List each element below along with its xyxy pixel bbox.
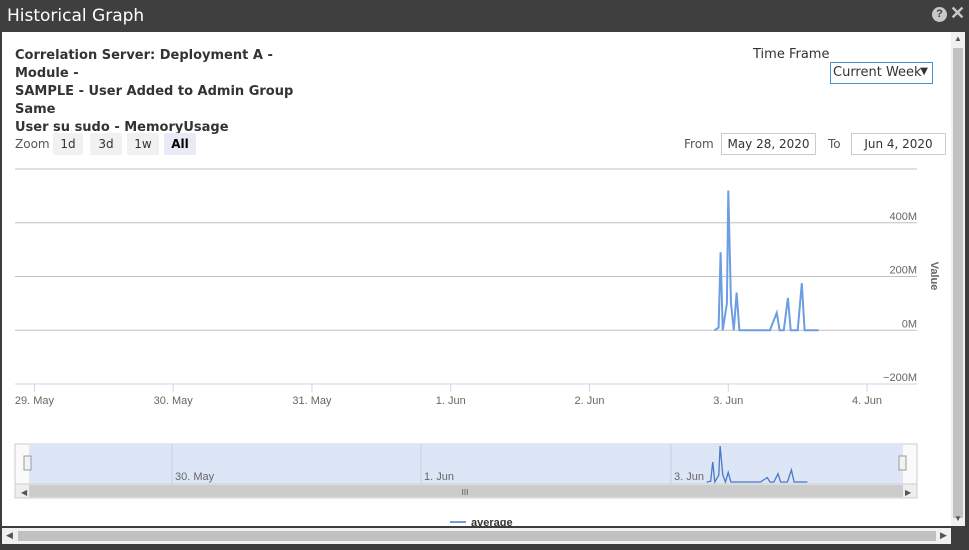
navigator-left-handle[interactable] <box>23 455 32 471</box>
x-tick-label: 3. Jun <box>713 395 743 407</box>
question-circle-icon[interactable]: ? <box>932 7 947 22</box>
scroll-right-arrow-icon[interactable]: ▶ <box>905 488 912 497</box>
navigator-right-handle[interactable] <box>898 455 907 471</box>
scroll-up-arrow-icon[interactable]: ▲ <box>954 34 962 43</box>
x-tick-label: 4. Jun <box>852 395 882 407</box>
navigator-label: 3. Jun <box>674 471 704 483</box>
series-line-average <box>713 190 819 332</box>
legend-item-average[interactable]: average <box>471 517 513 526</box>
window-title: Historical Graph <box>7 6 145 26</box>
scrollbar-grip-icon: III <box>462 488 469 497</box>
horizontal-scrollbar[interactable]: ◀ ▶ <box>2 528 951 544</box>
vertical-scrollbar[interactable]: ▲ ▼ <box>951 32 965 526</box>
y-tick-label: 200M <box>889 265 917 277</box>
x-tick-label: 29. May <box>15 395 55 407</box>
historical-graph-window: Historical Graph ? ✕ Correlation Server:… <box>0 0 969 550</box>
x-tick-label: 30. May <box>154 395 194 407</box>
y-tick-label: 400M <box>889 211 917 223</box>
navigator-label: 30. May <box>175 471 215 483</box>
scroll-right-arrow-icon[interactable]: ▶ <box>940 530 947 541</box>
x-tick-label: 1. Jun <box>436 395 466 407</box>
graph-panel: Correlation Server: Deployment A - Modul… <box>2 32 951 526</box>
y-axis-title: Value <box>928 262 940 291</box>
y-tick-label: −200M <box>883 372 917 384</box>
navigator-label: 1. Jun <box>424 471 454 483</box>
title-bar[interactable]: Historical Graph ? ✕ <box>0 0 969 32</box>
y-tick-label: 0M <box>902 318 917 330</box>
navigator-selection[interactable] <box>29 444 903 484</box>
x-tick-label: 31. May <box>292 395 332 407</box>
scroll-left-arrow-icon[interactable]: ◀ <box>6 530 13 541</box>
historical-line-chart: −200M 0M 200M 400M 29. May 30. May 31. May 1. … <box>14 168 940 526</box>
x-tick-label: 2. Jun <box>575 395 605 407</box>
close-icon[interactable]: ✕ <box>950 3 965 24</box>
vertical-scrollbar-thumb[interactable] <box>953 48 963 518</box>
scroll-left-arrow-icon[interactable]: ◀ <box>21 488 28 497</box>
scroll-down-arrow-icon[interactable]: ▼ <box>954 514 962 523</box>
horizontal-scrollbar-thumb[interactable] <box>18 531 936 541</box>
